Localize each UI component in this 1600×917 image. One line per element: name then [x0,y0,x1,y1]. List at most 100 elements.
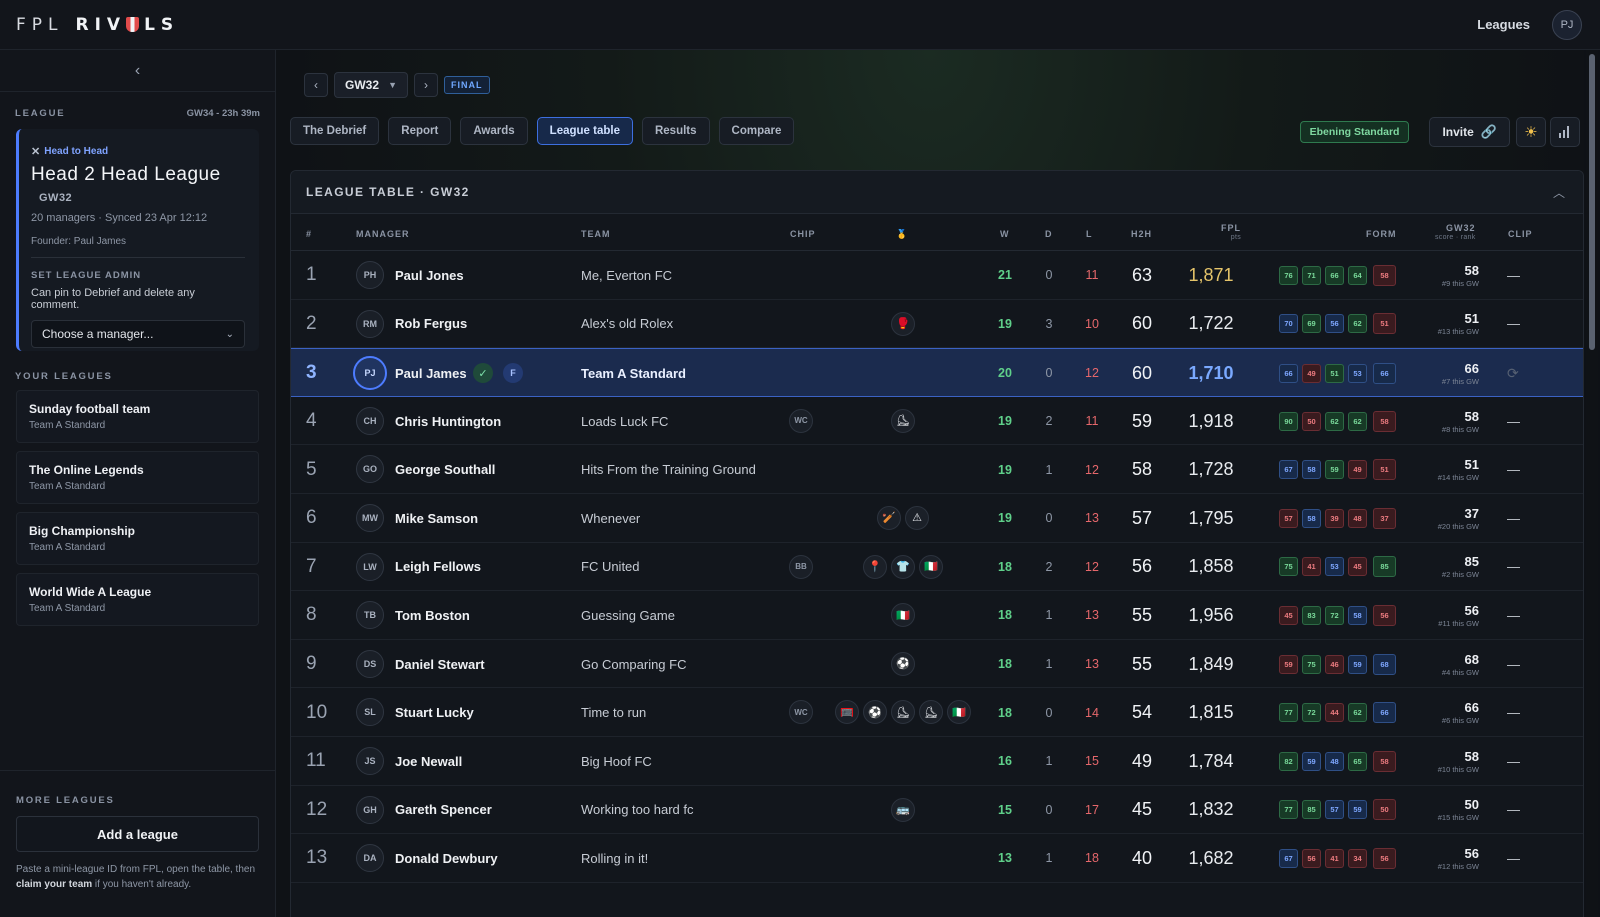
leagues-link[interactable]: Leagues [1477,17,1530,32]
col-d[interactable]: D [1045,229,1053,239]
captain-pick-icon[interactable]: ⛸ [891,408,915,433]
manager-avatar: GO [356,455,384,484]
rank-cell: 8 [306,604,317,626]
wins-cell: 18 [998,705,1012,720]
table-row[interactable]: 5 GO George Southall Hits From the Training… [291,445,1583,494]
sync-icon[interactable]: ⟳ [1507,349,1519,398]
manager-name[interactable]: Mike Samson [395,494,478,543]
gw-select[interactable]: GW32 ▼ [334,72,408,98]
manager-select[interactable]: Choose a manager... ⌄ [31,320,245,348]
captain-pick-icon[interactable]: 🏏 [877,505,901,530]
manager-name[interactable]: Donald Dewbury [395,834,498,883]
gw-rank: #10 this GW [1437,764,1479,774]
manager-name[interactable]: Gareth Spencer [395,786,492,835]
table-row[interactable]: 4 CH Chris Huntington Loads Luck FC WC ⛸ 19 2 11… [291,397,1583,446]
manager-name[interactable]: George Southall [395,445,495,494]
captain-pick-icon[interactable]: 🚌 [891,797,915,822]
tab-league-table[interactable]: League table [536,117,633,145]
your-league-item[interactable]: World Wide A League Team A Standard [16,573,259,626]
col-team[interactable]: TEAM [581,229,611,239]
manager-name[interactable]: Chris Huntington [395,397,501,446]
table-row-current-user[interactable]: 3 PJ Paul James ✓ F Team A Standard 20 0 12 60 1,7… [291,348,1583,397]
table-row[interactable]: 1 PH Paul Jones Me, Everton FC 21 0 11 63 1,871 7… [291,251,1583,300]
tab-report[interactable]: Report [388,117,452,145]
chip-badge: WC [789,700,813,725]
wins-cell: 19 [998,462,1012,477]
manager-name[interactable]: Stuart Lucky [395,688,474,737]
form-cell: 82 59 48 65 58 [1279,737,1400,786]
rank-cell: 7 [306,555,317,577]
logo[interactable]: FPL RIV LS [16,15,179,35]
invite-button[interactable]: Invite 🔗 [1429,117,1510,147]
captain-pick-icon[interactable]: ⛸ [891,700,915,725]
tab-the-debrief[interactable]: The Debrief [290,117,380,145]
captain-pick-icon[interactable]: ⚽ [891,651,915,676]
captain-pick-icon[interactable]: 🇮🇹 [919,554,943,579]
manager-name[interactable]: Rob Fergus [395,300,467,349]
col-gw[interactable]: GW32 score · rank [1435,223,1476,241]
manager-name[interactable]: Joe Newall [395,737,462,786]
captain-pick-icon[interactable]: 🥊 [891,311,915,336]
table-row[interactable]: 8 TB Tom Boston Guessing Game 🇮🇹 18 1 13 55 1,956… [291,591,1583,640]
col-l[interactable]: L [1086,229,1093,239]
your-league-item[interactable]: Big Championship Team A Standard [16,512,259,565]
form-badge: 66 [1373,362,1396,384]
sponsor-badge[interactable]: Ebening Standard [1299,121,1410,143]
page-scrollbar[interactable] [1586,50,1598,917]
stats-button[interactable] [1550,117,1580,147]
table-row[interactable]: 6 MW Mike Samson Whenever 🏏 ⚠ 19 0 13 57 1,795 57 58… [291,494,1583,543]
chevron-left-icon: ‹ [134,61,141,79]
captain-pick-icon[interactable]: ⛸ [919,700,943,725]
gw-score-cell: 56 #12 this GW [1421,834,1479,883]
manager-name[interactable]: Tom Boston [395,591,470,640]
your-leagues-label: YOUR LEAGUES [15,371,113,382]
form-badge: 45 [1279,605,1298,625]
col-manager[interactable]: MANAGER [356,229,410,239]
your-league-item[interactable]: Sunday football team Team A Standard [16,390,259,443]
table-row[interactable]: 2 RM Rob Fergus Alex's old Rolex 🥊 19 3 10 60 1,7… [291,300,1583,349]
table-row[interactable]: 7 LW Leigh Fellows FC United BB 📍 👕 🇮🇹 18 2 12 56 1,… [291,543,1583,592]
col-fpl[interactable]: FPL pts [1221,223,1241,241]
sidebar-collapse-button[interactable]: ‹ [0,50,275,92]
clip-cell: — [1507,850,1520,866]
captain-pick-icon[interactable]: 📍 [863,554,887,579]
table-row[interactable]: 11 JS Joe Newall Big Hoof FC 16 1 15 49 1,784 82 5… [291,737,1583,786]
scrollbar-thumb[interactable] [1589,54,1595,350]
manager-name[interactable]: Paul Jones [395,251,464,300]
logo-text-end: LS [144,14,180,35]
table-row[interactable]: 12 GH Gareth Spencer Working too hard fc 🚌 15… [291,786,1583,835]
draws-cell: 3 [1045,316,1053,331]
captain-pick-icon[interactable]: 🥅 [835,700,859,725]
captain-pick-icon[interactable]: ⚠ [905,505,929,530]
tab-results[interactable]: Results [641,117,710,145]
table-row[interactable]: 9 DS Daniel Stewart Go Comparing FC ⚽ 18 1 13 55… [291,640,1583,689]
form-badge: 59 [1348,654,1367,674]
theme-toggle-button[interactable]: ☀ [1516,117,1546,147]
captain-pick-icon[interactable]: 👕 [891,554,915,579]
form-badge: 77 [1279,800,1298,820]
user-avatar[interactable]: PJ [1552,9,1582,40]
form-badge: 50 [1373,799,1396,821]
col-h2h[interactable]: H2H [1131,229,1152,239]
logo-text-right: RIV [75,14,127,35]
col-w[interactable]: W [1000,229,1010,239]
your-league-item[interactable]: The Online Legends Team A Standard [16,451,259,504]
next-gw-button[interactable]: › [414,73,438,97]
manager-name[interactable]: Paul James [395,349,467,398]
manager-name[interactable]: Leigh Fellows [395,543,481,592]
captain-pick-icon[interactable]: 🇮🇹 [947,700,971,725]
captain-pick-icon[interactable]: 🇮🇹 [891,603,915,628]
captain-pick-icon[interactable]: ⚽ [863,700,887,725]
manager-name[interactable]: Daniel Stewart [395,640,485,689]
manager-avatar: TB [356,601,384,630]
tab-awards[interactable]: Awards [460,117,528,145]
table-row[interactable]: 13 DA Donald Dewbury Rolling in it! 13 1 18 40 1… [291,834,1583,883]
chevron-up-icon[interactable]: ︿ [1553,184,1565,201]
prev-gw-button[interactable]: ‹ [304,73,328,97]
losses-cell: 15 [1085,754,1099,769]
table-row[interactable]: 10 SL Stuart Lucky Time to run WC 🥅 ⚽ ⛸ ⛸ 🇮🇹 18 0 14… [291,688,1583,737]
add-league-button[interactable]: Add a league [16,816,259,852]
tab-compare[interactable]: Compare [718,117,795,145]
gw-score: 37 [1464,505,1479,521]
claim-team-link[interactable]: claim your team [16,879,92,890]
